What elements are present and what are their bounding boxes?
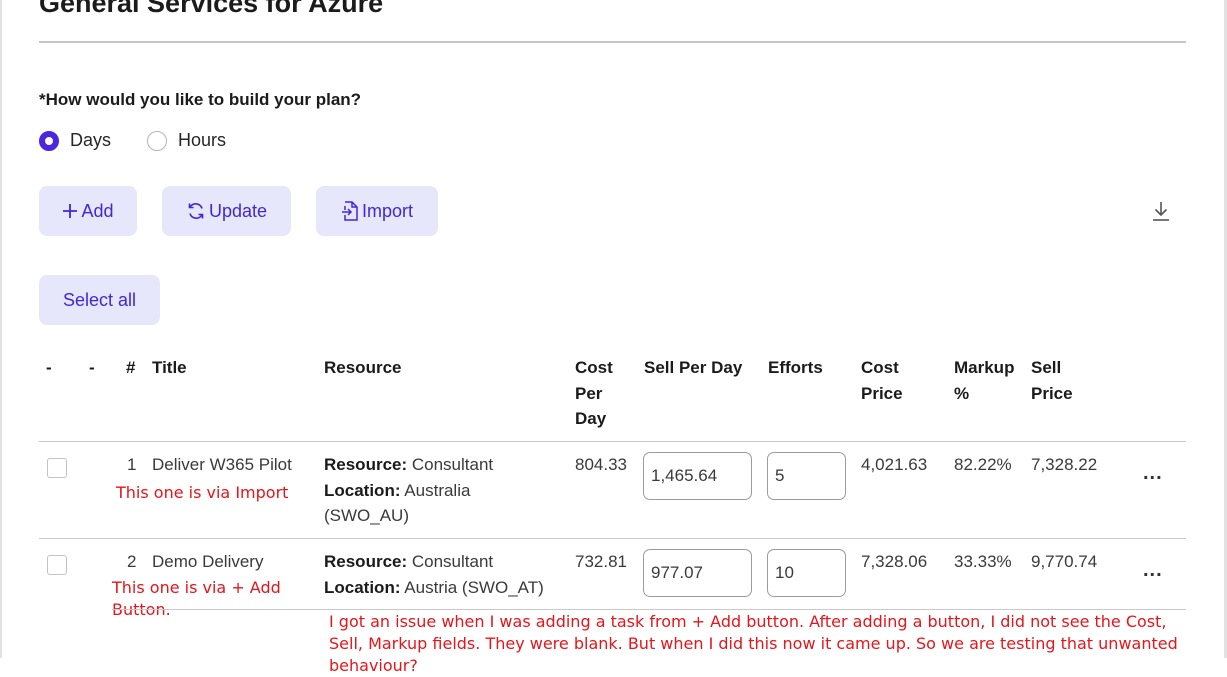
row-title: Demo Delivery	[152, 552, 264, 571]
import-button-label: Import	[361, 200, 413, 221]
location-label: Location:	[324, 480, 401, 500]
row-checkbox[interactable]	[47, 458, 67, 478]
header-markup: Markup %	[954, 358, 1015, 403]
location-label: Location:	[324, 577, 401, 597]
download-icon[interactable]	[1151, 200, 1171, 222]
resource-label: Resource:	[324, 552, 408, 571]
header-dash-1: -	[46, 358, 52, 377]
row-sell-price: 9,770.74	[1031, 552, 1098, 571]
import-button[interactable]: Import	[316, 186, 438, 236]
radio-hours-label: Hours	[178, 130, 227, 150]
row-more-menu-icon[interactable]: ...	[1143, 462, 1163, 485]
row-resource: Resource: Consultant Location: Austria (…	[324, 549, 564, 600]
annotation-issue: I got an issue when I was adding a task …	[329, 612, 1178, 675]
header-cost-per-day: Cost Per Day	[575, 358, 613, 428]
update-button-label: Update	[208, 200, 268, 221]
row-cost-price: 7,328.06	[861, 552, 928, 571]
header-sell-per-day: Sell Per Day	[644, 358, 743, 377]
update-button[interactable]: Update	[162, 186, 291, 236]
header-divider	[39, 441, 1186, 442]
header-dash-2: -	[89, 358, 95, 377]
radio-selected-icon[interactable]	[39, 130, 59, 151]
annotation-row1: This one is via Import	[116, 483, 289, 502]
title-divider	[39, 41, 1186, 43]
row-divider	[112, 609, 1186, 610]
sell-per-day-input[interactable]	[643, 452, 752, 500]
plus-icon	[63, 204, 78, 218]
row-checkbox[interactable]	[47, 555, 67, 575]
radio-unselected-icon[interactable]	[147, 130, 167, 151]
select-all-button[interactable]: Select all	[39, 275, 160, 325]
resource-label: Resource:	[324, 455, 408, 474]
add-button-label: Add	[81, 200, 114, 221]
row-markup: 33.33%	[954, 552, 1012, 571]
resource-value: Consultant	[411, 552, 494, 571]
import-file-icon	[341, 201, 358, 221]
header-sell-price: Sell Price	[1031, 358, 1073, 403]
row-resource: Resource: Consultant Location: Australia…	[324, 452, 559, 529]
header-cost-price: Cost Price	[861, 358, 903, 403]
row-cost-per-day: 804.33	[575, 455, 627, 474]
row-cost-per-day: 732.81	[575, 552, 627, 571]
row-cost-price: 4,021.63	[861, 455, 928, 474]
header-title: Title	[152, 358, 187, 377]
page-title: General Services for Azure	[39, 0, 384, 18]
row-title: Deliver W365 Pilot	[152, 455, 292, 474]
radio-days[interactable]: Days	[39, 130, 111, 151]
sell-per-day-input[interactable]	[643, 549, 752, 597]
header-number: #	[126, 358, 136, 377]
row-more-menu-icon[interactable]: ...	[1143, 559, 1163, 582]
header-resource: Resource	[324, 358, 402, 377]
radio-hours[interactable]: Hours	[147, 130, 226, 151]
annotation-row2: This one is via + Add Button.	[112, 578, 281, 619]
add-button[interactable]: Add	[39, 186, 137, 236]
row-markup: 82.22%	[954, 455, 1012, 474]
resource-value: Consultant	[411, 455, 494, 474]
header-efforts: Efforts	[768, 358, 823, 377]
row-number: 1	[127, 455, 137, 474]
row-divider	[39, 538, 1186, 539]
location-value: Austria (SWO_AT)	[404, 577, 544, 597]
left-border	[0, 0, 2, 658]
efforts-input[interactable]	[767, 452, 846, 500]
row-number: 2	[127, 552, 137, 571]
refresh-icon	[188, 203, 204, 219]
row-sell-price: 7,328.22	[1031, 455, 1098, 474]
plan-question: *How would you like to build your plan?	[39, 90, 362, 109]
radio-days-label: Days	[70, 130, 112, 150]
efforts-input[interactable]	[767, 549, 846, 597]
